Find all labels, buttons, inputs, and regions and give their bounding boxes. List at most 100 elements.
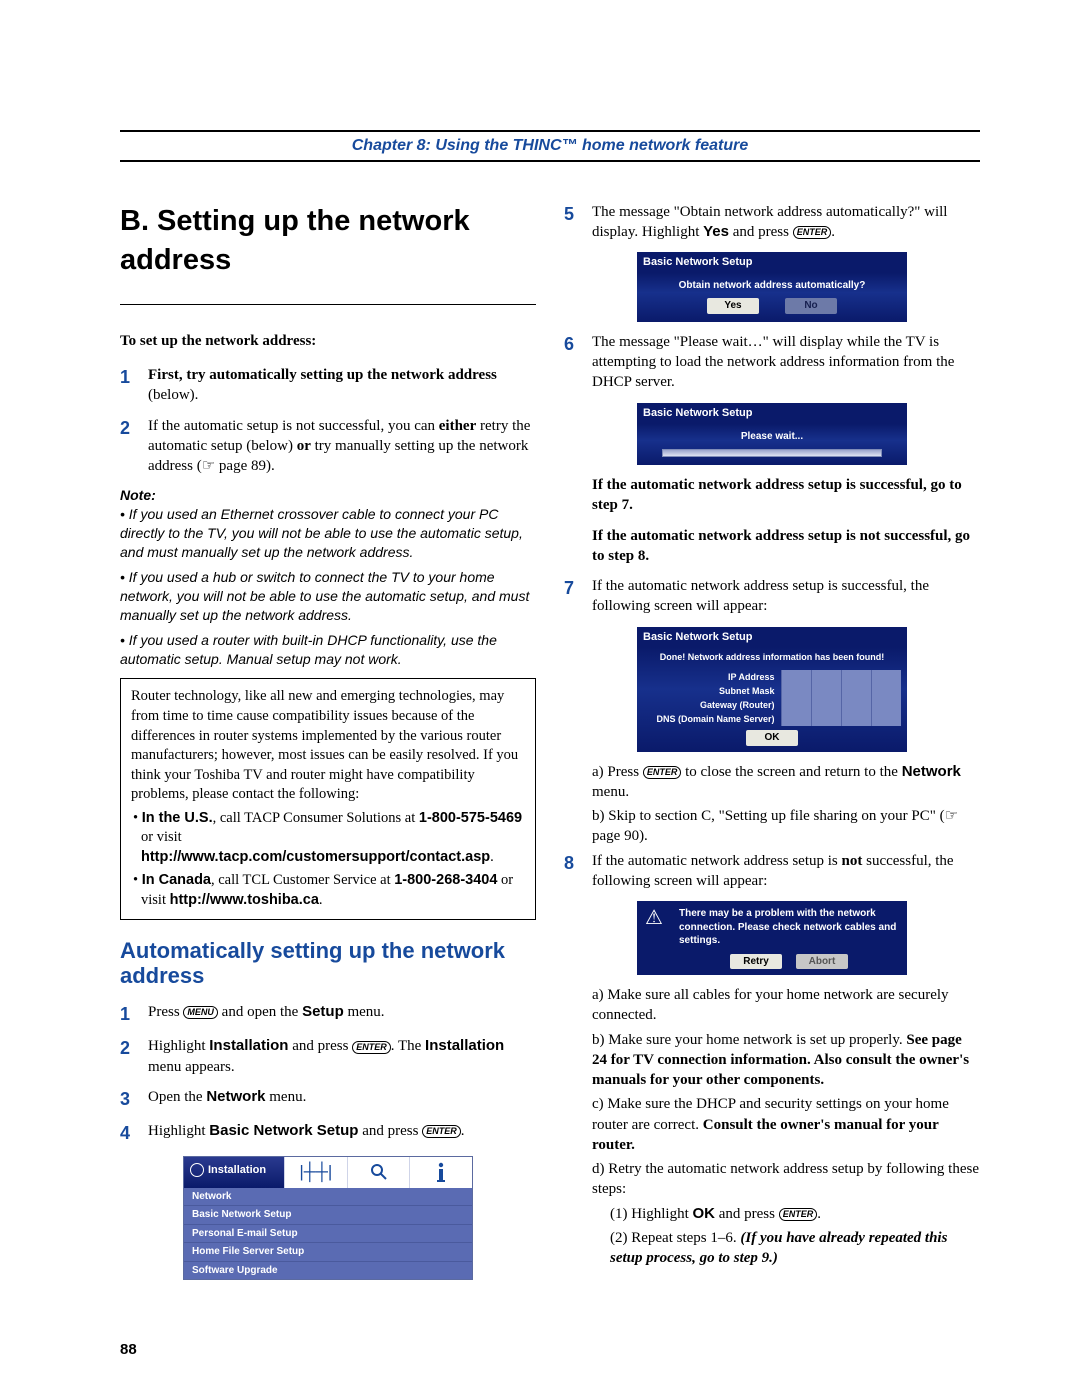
- lead-text: To set up the network address:: [120, 331, 536, 351]
- osd-no-button: No: [785, 298, 837, 314]
- t: menu.: [344, 1004, 385, 1020]
- t: a) Press: [592, 764, 643, 780]
- support-us-text: , call TACP Consumer Solutions at: [213, 810, 419, 826]
- section-title: B. Setting up the network address: [120, 202, 536, 280]
- support-ca: • In Canada, call TCL Customer Service a…: [131, 871, 525, 910]
- t: If the automatic network address setup i…: [592, 853, 842, 869]
- step-7b: b) Skip to section C, "Setting up file s…: [592, 806, 980, 847]
- enter-button-icon: ENTER: [793, 226, 832, 239]
- osd-title: Basic Network Setup: [637, 403, 907, 424]
- t: Press: [148, 1004, 183, 1020]
- support-us: • In the U.S., call TACP Consumer Soluti…: [131, 809, 525, 868]
- step-8d2: (2) Repeat steps 1–6. (If you have alrea…: [592, 1228, 980, 1269]
- step-number: 2: [120, 416, 148, 477]
- enter-button-icon: ENTER: [779, 1208, 818, 1221]
- t: menu appears.: [148, 1059, 235, 1075]
- title-underline: [120, 304, 536, 305]
- osd-done: Basic Network Setup Done! Network addres…: [637, 627, 907, 752]
- support-intro: Router technology, like all new and emer…: [131, 688, 518, 802]
- step-8: 8 If the automatic network address setup…: [564, 851, 980, 892]
- step-number: 7: [564, 576, 592, 617]
- not-word: not: [842, 853, 863, 869]
- osd-yes-button: Yes: [707, 298, 759, 314]
- step-5: 5 The message "Obtain network address au…: [564, 202, 980, 243]
- step-7a: a) Press ENTER to close the screen and r…: [592, 762, 980, 803]
- step-number: 6: [564, 332, 592, 393]
- setup-word: Setup: [302, 1003, 344, 1020]
- step-number: 5: [564, 202, 592, 243]
- t: (2) Repeat steps 1–6.: [610, 1230, 740, 1246]
- osd-ok-button: OK: [746, 730, 798, 746]
- t: (1) Highlight: [610, 1206, 693, 1222]
- step-number: 1: [120, 1002, 148, 1026]
- support-ca-url: http://www.toshiba.ca: [170, 892, 319, 908]
- step-8a: a) Make sure all cables for your home ne…: [592, 985, 980, 1026]
- osd-row-label: Subnet Mask: [643, 684, 781, 698]
- t: and press: [288, 1038, 352, 1054]
- support-us-label: In the U.S.: [142, 810, 213, 826]
- osd-message: There may be a problem with the network …: [679, 907, 899, 948]
- warning-triangle-icon: ⚠: [637, 901, 671, 975]
- step-7-text: If the automatic network address setup i…: [592, 576, 980, 617]
- installation-word: Installation: [425, 1037, 504, 1054]
- osd-menu-item: Personal E-mail Setup: [184, 1224, 472, 1243]
- t: Highlight: [148, 1123, 209, 1139]
- osd-installation-menu: Installation |┼┼| Network Basic Network …: [183, 1156, 473, 1280]
- osd-message: Obtain network address automatically?: [643, 279, 901, 293]
- success-goto-7: If the automatic network address setup i…: [592, 475, 980, 516]
- step-7: 7 If the automatic network address setup…: [564, 576, 980, 617]
- step-number: 1: [120, 365, 148, 406]
- magnifier-tab-icon: [347, 1157, 410, 1188]
- t: and open the: [218, 1004, 302, 1020]
- step-number: 2: [120, 1036, 148, 1077]
- t: to close the screen and return to the: [681, 764, 901, 780]
- network-word: Network: [902, 763, 961, 780]
- osd-please-wait: Basic Network Setup Please wait...: [637, 403, 907, 465]
- osd-address-table: IP Address Subnet Mask Gateway (Router) …: [643, 670, 901, 727]
- chapter-heading: Chapter 8: Using the THINC™ home network…: [120, 130, 980, 162]
- osd-obtain-address: Basic Network Setup Obtain network addre…: [637, 252, 907, 322]
- osd-message: Please wait...: [643, 430, 901, 444]
- auto-step-1: 1 Press MENU and open the Setup menu.: [120, 1002, 536, 1026]
- osd-title: Basic Network Setup: [637, 627, 907, 648]
- osd-menu-item: Home File Server Setup: [184, 1242, 472, 1261]
- step-8d: d) Retry the automatic network address s…: [592, 1159, 980, 1200]
- t: and press: [729, 224, 793, 240]
- support-us-phone: 1-800-575-5469: [419, 810, 522, 826]
- osd-row-label: Gateway (Router): [643, 698, 781, 712]
- step-8d1: (1) Highlight OK and press ENTER.: [592, 1204, 980, 1224]
- menu-button-icon: MENU: [183, 1006, 218, 1019]
- t: Open the: [148, 1089, 206, 1105]
- basic-network-setup-word: Basic Network Setup: [209, 1122, 358, 1139]
- osd-menu-item: Software Upgrade: [184, 1261, 472, 1280]
- t: Highlight: [148, 1038, 209, 1054]
- osd-side-label: Installation: [184, 1157, 284, 1188]
- t: . The: [391, 1038, 425, 1054]
- support-ca-phone: 1-800-268-3404: [394, 872, 497, 888]
- osd-abort-button: Abort: [796, 954, 848, 970]
- network-word: Network: [206, 1088, 265, 1105]
- step-1-tail: (below).: [148, 387, 198, 403]
- osd-menu-header: Network: [184, 1188, 472, 1206]
- page-number: 88: [120, 1340, 980, 1360]
- step-8b: b) Make sure your home network is set up…: [592, 1030, 980, 1091]
- t: b) Make sure your home network is set up…: [592, 1032, 906, 1048]
- step-2: 2 If the automatic setup is not successf…: [120, 416, 536, 477]
- support-ca-label: In Canada: [142, 872, 211, 888]
- osd-message: Done! Network address information has be…: [643, 651, 901, 663]
- sliders-tab-icon: |┼┼|: [284, 1157, 347, 1188]
- step-6-text: The message "Please wait…" will display …: [592, 332, 980, 393]
- support-ca-text: , call TCL Customer Service at: [211, 872, 394, 888]
- osd-progress-bar: [662, 449, 881, 457]
- auto-step-3: 3 Open the Network menu.: [120, 1087, 536, 1111]
- right-column: 5 The message "Obtain network address au…: [564, 202, 980, 1290]
- osd-problem: ⚠ There may be a problem with the networ…: [637, 901, 907, 975]
- step-1-bold: First, try automatically setting up the …: [148, 367, 497, 383]
- note-item: If you used a router with built-in DHCP …: [120, 631, 536, 669]
- step-number: 3: [120, 1087, 148, 1111]
- support-us-url: http://www.tacp.com/customersupport/cont…: [141, 849, 490, 865]
- step-2-a: If the automatic setup is not successful…: [148, 418, 439, 434]
- fail-goto-8: If the automatic network address setup i…: [592, 526, 980, 567]
- enter-button-icon: ENTER: [422, 1125, 461, 1138]
- enter-button-icon: ENTER: [352, 1041, 391, 1054]
